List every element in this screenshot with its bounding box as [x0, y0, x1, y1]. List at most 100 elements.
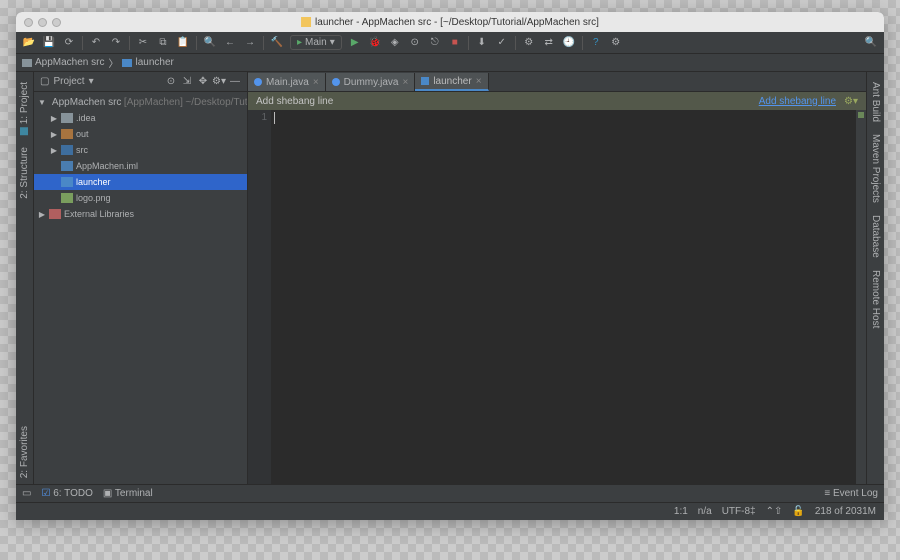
source-folder-icon [61, 145, 73, 155]
hide-icon[interactable]: — [229, 76, 241, 88]
caret-position[interactable]: 1:1 [674, 506, 688, 517]
breadcrumb-item[interactable]: AppMachen src [22, 57, 104, 68]
todo-tool-tab[interactable]: ☑ 6: TODO [41, 488, 92, 499]
sync-icon[interactable]: ⟳ [62, 36, 76, 50]
undo-icon[interactable]: ↶ [89, 36, 103, 50]
settings-icon[interactable]: ⚙ [609, 36, 623, 50]
code-editor[interactable]: 1 [248, 110, 866, 484]
run-config-selector[interactable]: ▸ Main ▾ [290, 35, 342, 50]
structure-icon[interactable]: ⚙ [522, 36, 536, 50]
file-encoding[interactable]: UTF-8‡ [722, 506, 756, 517]
line-number-gutter: 1 [248, 110, 272, 484]
tree-folder-src[interactable]: ▶ src [34, 142, 247, 158]
diff-icon[interactable]: ⇄ [542, 36, 556, 50]
editor-banner: Add shebang line Add shebang line ⚙▾ [248, 92, 866, 110]
cut-icon[interactable]: ✂ [136, 36, 150, 50]
expand-arrow-icon[interactable]: ▶ [50, 130, 58, 139]
profile-icon[interactable]: ⊙ [408, 36, 422, 50]
project-tool-tab[interactable]: 1: Project [17, 76, 32, 141]
close-icon[interactable]: × [313, 77, 319, 88]
editor-tabs: Main.java × Dummy.java × launcher × [248, 72, 866, 92]
banner-action-link[interactable]: Add shebang line [759, 96, 836, 107]
minimize-dot[interactable] [38, 18, 47, 27]
save-icon[interactable]: 💾 [42, 36, 56, 50]
breadcrumb-separator: 〉 [108, 55, 118, 70]
tree-label: src [76, 145, 88, 155]
close-icon[interactable]: × [476, 76, 482, 87]
banner-text: Add shebang line [256, 96, 333, 107]
tree-root[interactable]: ▼ AppMachen src [AppMachen] ~/Desktop/Tu… [34, 94, 247, 110]
separator [196, 36, 197, 50]
tree-external-libs[interactable]: ▶ External Libraries [34, 206, 247, 222]
search-icon[interactable]: 🔍 [864, 36, 878, 50]
separator [263, 36, 264, 50]
expand-arrow-icon[interactable]: ▶ [50, 114, 58, 123]
paste-icon[interactable]: 📋 [176, 36, 190, 50]
lock-icon[interactable]: 🔓 [792, 506, 804, 517]
tree-file-launcher[interactable]: launcher [34, 174, 247, 190]
separator [582, 36, 583, 50]
gear-icon[interactable]: ⚙▾ [844, 96, 858, 107]
terminal-tool-tab[interactable]: ▣ Terminal [103, 488, 153, 499]
tree-folder-idea[interactable]: ▶ .idea [34, 110, 247, 126]
vcs-update-icon[interactable]: ⬇ [475, 36, 489, 50]
database-tool-tab[interactable]: Database [868, 209, 883, 264]
insert-mode[interactable]: n/a [698, 506, 712, 517]
separator [468, 36, 469, 50]
run-icon[interactable]: ▶ [348, 36, 362, 50]
vcs-commit-icon[interactable]: ✓ [495, 36, 509, 50]
tab-main-java[interactable]: Main.java × [248, 73, 326, 91]
history-icon[interactable]: 🕘 [562, 36, 576, 50]
chevron-down-icon: ▾ [89, 76, 94, 87]
redo-icon[interactable]: ↷ [109, 36, 123, 50]
event-log-tab[interactable]: ≡ Event Log [824, 488, 878, 499]
locate-icon[interactable]: ✥ [197, 76, 209, 88]
memory-indicator[interactable]: 218 of 2031M [815, 506, 876, 517]
expand-arrow-icon[interactable]: ▼ [38, 98, 46, 107]
attach-icon[interactable]: ⎋ [428, 36, 442, 50]
panel-title[interactable]: ▢ Project ▾ [40, 76, 94, 87]
structure-tool-tab[interactable]: 2: Structure [17, 141, 32, 205]
breadcrumb-item[interactable]: launcher [122, 57, 173, 68]
coverage-icon[interactable]: ◈ [388, 36, 402, 50]
help-icon[interactable]: ? [589, 36, 603, 50]
ant-tool-tab[interactable]: Ant Build [868, 76, 883, 128]
gear-icon[interactable]: ⚙▾ [213, 76, 225, 88]
back-icon[interactable]: ← [223, 36, 237, 50]
expand-icon[interactable]: ⇲ [181, 76, 193, 88]
terminal-icon: ▣ [103, 488, 112, 499]
tab-dummy-java[interactable]: Dummy.java × [326, 73, 416, 91]
window-title: launcher - AppMachen src - [~/Desktop/Tu… [301, 17, 599, 28]
editor-content[interactable] [272, 110, 856, 484]
main-toolbar: 📂 💾 ⟳ ↶ ↷ ✂ ⧉ 📋 🔍 ← → 🔨 ▸ Main ▾ ▶ 🐞 ◈ ⊙… [16, 32, 884, 54]
tree-file-iml[interactable]: AppMachen.iml [34, 158, 247, 174]
main-area: 1: Project 2: Structure 2: Favorites ▢ P… [16, 72, 884, 484]
shell-icon [122, 59, 132, 67]
tab-launcher[interactable]: launcher × [415, 73, 488, 91]
close-icon[interactable]: × [402, 77, 408, 88]
remote-host-tool-tab[interactable]: Remote Host [868, 264, 883, 334]
collapse-icon[interactable]: ⊙ [165, 76, 177, 88]
zoom-dot[interactable] [52, 18, 61, 27]
java-class-icon [332, 78, 340, 86]
hide-tools-icon[interactable]: ▭ [22, 488, 31, 499]
close-dot[interactable] [24, 18, 33, 27]
expand-arrow-icon[interactable]: ▶ [38, 210, 46, 219]
forward-icon[interactable]: → [243, 36, 257, 50]
open-icon[interactable]: 📂 [22, 36, 36, 50]
copy-icon[interactable]: ⧉ [156, 36, 170, 50]
find-icon[interactable]: 🔍 [203, 36, 217, 50]
left-tool-strip: 1: Project 2: Structure 2: Favorites [16, 72, 34, 484]
tree-file-logo[interactable]: logo.png [34, 190, 247, 206]
tree-folder-out[interactable]: ▶ out [34, 126, 247, 142]
stop-icon[interactable]: ■ [448, 36, 462, 50]
ok-marker-icon [858, 112, 864, 118]
text-caret [274, 112, 275, 124]
favorites-tool-tab[interactable]: 2: Favorites [17, 420, 32, 484]
editor-marker-bar[interactable] [856, 110, 866, 484]
title-text: launcher - AppMachen src - [~/Desktop/Tu… [315, 17, 599, 28]
expand-arrow-icon[interactable]: ▶ [50, 146, 58, 155]
maven-tool-tab[interactable]: Maven Projects [868, 128, 883, 209]
build-icon[interactable]: 🔨 [270, 36, 284, 50]
debug-icon[interactable]: 🐞 [368, 36, 382, 50]
